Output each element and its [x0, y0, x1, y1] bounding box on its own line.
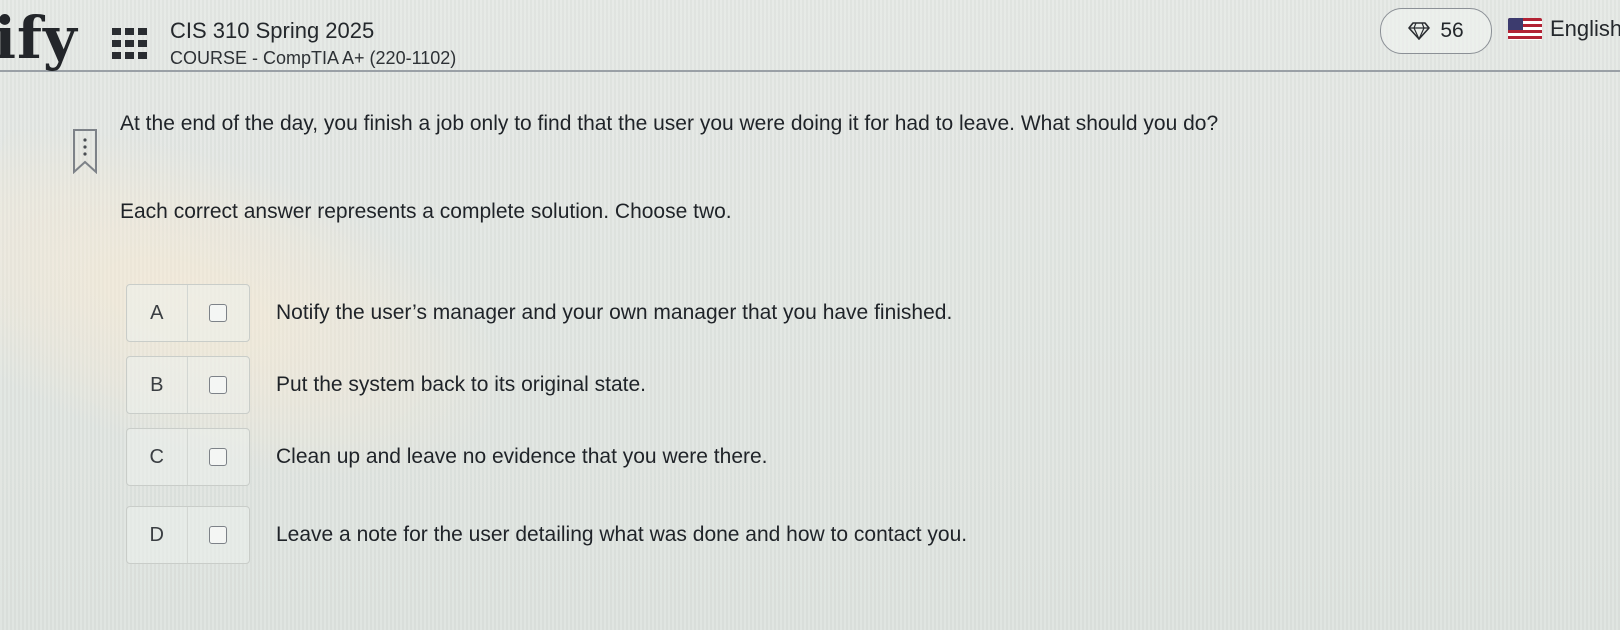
option-c[interactable]: C Clean up and leave no evidence that yo…: [126, 428, 768, 486]
option-text[interactable]: Leave a note for the user detailing what…: [276, 523, 967, 547]
option-text[interactable]: Notify the user’s manager and your own m…: [276, 301, 952, 325]
option-text[interactable]: Put the system back to its original stat…: [276, 373, 646, 397]
option-letter: C: [127, 429, 188, 485]
language-selector[interactable]: English: [1508, 16, 1620, 42]
option-letter: B: [127, 357, 188, 413]
course-subtitle: COURSE - CompTIA A+ (220-1102): [170, 48, 457, 68]
option-a[interactable]: A Notify the user’s manager and your own…: [126, 284, 952, 342]
option-c-checkbox[interactable]: [209, 448, 228, 466]
diamond-icon: [1408, 22, 1431, 40]
instruction-text: Each correct answer represents a complet…: [120, 200, 732, 223]
us-flag-icon: [1508, 18, 1542, 40]
option-c-selector[interactable]: C: [126, 428, 250, 486]
course-title: CIS 310 Spring 2025: [170, 18, 375, 43]
header: ify CIS 310 Spring 2025 COURSE - CompTIA…: [0, 0, 1620, 72]
bookmark-icon[interactable]: [72, 128, 98, 179]
option-text[interactable]: Clean up and leave no evidence that you …: [276, 445, 768, 469]
gem-count: 56: [1440, 19, 1464, 42]
question-text: At the end of the day, you finish a job …: [120, 112, 1219, 135]
option-b[interactable]: B Put the system back to its original st…: [126, 356, 646, 414]
option-letter: D: [127, 507, 188, 563]
option-d[interactable]: D Leave a note for the user detailing wh…: [126, 506, 967, 564]
option-d-selector[interactable]: D: [126, 506, 250, 564]
option-letter: A: [127, 285, 188, 341]
option-b-checkbox[interactable]: [209, 376, 228, 394]
option-d-checkbox[interactable]: [209, 526, 228, 544]
logo: ify: [0, 4, 78, 72]
option-b-selector[interactable]: B: [126, 356, 250, 414]
gem-counter-button[interactable]: 56: [1380, 8, 1492, 54]
grid-icon[interactable]: [112, 28, 150, 62]
option-a-checkbox[interactable]: [209, 304, 228, 322]
page: ify CIS 310 Spring 2025 COURSE - CompTIA…: [0, 0, 1620, 630]
option-a-selector[interactable]: A: [126, 284, 250, 342]
language-label: English: [1550, 16, 1620, 41]
